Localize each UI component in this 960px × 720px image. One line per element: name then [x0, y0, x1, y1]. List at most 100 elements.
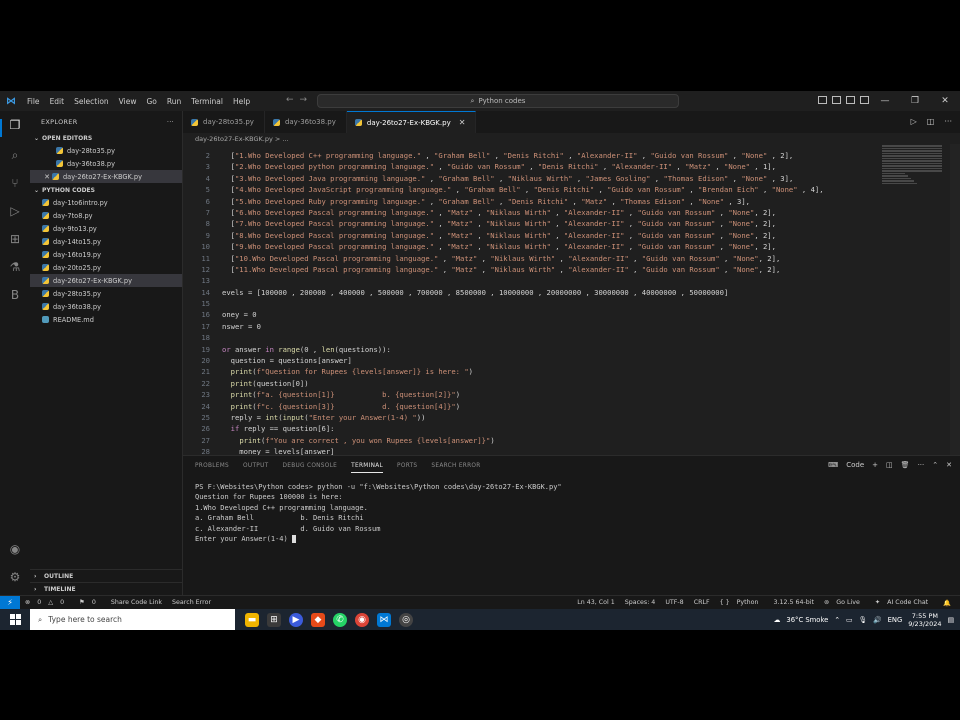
- command-center-search[interactable]: ⌕ Python codes: [317, 94, 679, 108]
- close-tab-icon[interactable]: ✕: [459, 118, 466, 127]
- file-explorer-icon[interactable]: ▬: [245, 612, 259, 627]
- file-item[interactable]: day-28to35.py: [30, 287, 182, 300]
- open-editors-section[interactable]: ⌄ OPEN EDITORS: [30, 133, 182, 144]
- toggle-secondary-sidebar-icon[interactable]: [846, 96, 855, 104]
- cursor-position[interactable]: Ln 43, Col 1: [577, 599, 615, 607]
- breadcrumb[interactable]: day-26to27-Ex-KBGK.py > ...: [183, 133, 960, 144]
- nav-arrows[interactable]: ←→: [286, 95, 313, 105]
- file-item-active[interactable]: day-26to27-Ex-KBGK.py: [30, 274, 182, 287]
- file-item[interactable]: day-1to6intro.py: [30, 196, 182, 209]
- menu-help[interactable]: Help: [228, 97, 255, 106]
- minimize-icon[interactable]: —: [870, 91, 900, 111]
- code-line[interactable]: print(f"a. {question[1]} b. {question[2]…: [222, 389, 882, 400]
- file-item[interactable]: README.md: [30, 313, 182, 326]
- code-line[interactable]: ["2.Who Developed python programming lan…: [222, 161, 882, 172]
- whatsapp-icon[interactable]: ✆: [333, 612, 347, 627]
- menu-edit[interactable]: Edit: [45, 97, 70, 106]
- network-icon[interactable]: ▭: [846, 616, 852, 624]
- close-panel-icon[interactable]: ✕: [946, 461, 952, 469]
- weather-text[interactable]: 36°C Smoke: [786, 616, 828, 624]
- open-editor-item[interactable]: day-36to38.py: [30, 157, 182, 170]
- code-line[interactable]: evels = [100000 , 200000 , 400000 , 5000…: [222, 287, 882, 298]
- tab-debug-console[interactable]: DEBUG CONSOLE: [282, 463, 337, 469]
- menu-run[interactable]: Run: [162, 97, 186, 106]
- vertical-scrollbar[interactable]: [950, 144, 960, 455]
- file-item[interactable]: day-7to8.py: [30, 209, 182, 222]
- more-actions-icon[interactable]: ···: [918, 461, 925, 469]
- menu-selection[interactable]: Selection: [69, 97, 114, 106]
- toggle-panel-icon[interactable]: [832, 96, 841, 104]
- tab-ports[interactable]: PORTS: [397, 463, 417, 469]
- close-window-icon[interactable]: ✕: [930, 91, 960, 111]
- tab-problems[interactable]: PROBLEMS: [195, 463, 229, 469]
- code-line[interactable]: oney = 0: [222, 309, 882, 320]
- code-line[interactable]: print(f"Question for Rupees {levels[answ…: [222, 366, 882, 377]
- code-line[interactable]: question = questions[answer]: [222, 355, 882, 366]
- line-ending[interactable]: CRLF: [694, 599, 710, 607]
- share-code-link[interactable]: Share Code Link: [111, 599, 162, 606]
- bookmark-icon[interactable]: B: [6, 287, 24, 303]
- code-line[interactable]: ["6.Who Developed Pascal programming lan…: [222, 207, 882, 218]
- tab-terminal[interactable]: TERMINAL: [351, 459, 384, 473]
- search-error-status[interactable]: Search Error: [172, 599, 211, 606]
- tab-search-error[interactable]: SEARCH ERROR: [431, 463, 480, 469]
- account-icon[interactable]: ◉: [6, 541, 24, 557]
- code-editor[interactable]: 2 3 4 5 6 7 8 9 10 11 12 13 14 15 16 17 18 19 20 21 22 23 24 25…: [183, 144, 960, 455]
- code-line[interactable]: ["11.Who Developed Pascal programming la…: [222, 264, 882, 275]
- menu-go[interactable]: Go: [141, 97, 161, 106]
- info-status[interactable]: ⚑ 0: [79, 599, 101, 606]
- code-line[interactable]: ["7.Who Developed Pascal programming lan…: [222, 218, 882, 229]
- open-editor-item-active[interactable]: ✕ day-26to27-Ex-KBGK.py: [30, 170, 182, 183]
- shell-label[interactable]: Code: [846, 461, 864, 469]
- code-line[interactable]: ["1.Who Developed C++ programming langua…: [222, 150, 882, 161]
- code-line[interactable]: ["8.Who Developed Pascal programming lan…: [222, 230, 882, 241]
- volume-icon[interactable]: 🔊: [873, 616, 881, 624]
- split-terminal-icon[interactable]: ◫: [886, 461, 893, 469]
- open-editor-item[interactable]: day-28to35.py: [30, 144, 182, 157]
- source-control-icon[interactable]: ⑂: [6, 175, 24, 191]
- close-editor-icon[interactable]: ✕: [42, 173, 52, 181]
- code-line[interactable]: ["9.Who Developed Pascal programming lan…: [222, 241, 882, 252]
- code-line[interactable]: ["4.Who Developed JavaScript programming…: [222, 184, 882, 195]
- split-editor-icon[interactable]: ◫: [927, 117, 935, 126]
- back-arrow-icon[interactable]: ←: [286, 95, 300, 105]
- code-line[interactable]: reply = int(input("Enter your Answer(1-4…: [222, 412, 882, 423]
- more-actions-icon[interactable]: ···: [167, 118, 174, 126]
- code-line[interactable]: ["10.Who Developed Pascal programming la…: [222, 253, 882, 264]
- file-item[interactable]: day-14to15.py: [30, 235, 182, 248]
- tab-output[interactable]: OUTPUT: [243, 463, 268, 469]
- taskbar-search[interactable]: ⌕ Type here to search: [30, 609, 235, 630]
- testing-icon[interactable]: ⚗: [6, 259, 24, 275]
- code-line[interactable]: [222, 298, 882, 309]
- file-item[interactable]: day-20to25.py: [30, 261, 182, 274]
- code-line[interactable]: money = levels[answer]: [222, 446, 882, 455]
- notifications-bell-icon[interactable]: 🔔: [943, 599, 951, 607]
- terminal-prompt-line[interactable]: Enter your Answer(1-4): [195, 534, 562, 544]
- code-line[interactable]: print(question[0]): [222, 378, 882, 389]
- brave-browser-icon[interactable]: ◆: [311, 612, 325, 627]
- maximize-panel-icon[interactable]: ⌃: [932, 461, 938, 469]
- code-line[interactable]: [222, 332, 882, 343]
- tab-day-36to38[interactable]: day-36to38.py: [265, 111, 347, 133]
- menu-terminal[interactable]: Terminal: [186, 97, 228, 106]
- store-icon[interactable]: ⊞: [267, 612, 281, 627]
- code-content[interactable]: ["1.Who Developed C++ programming langua…: [222, 150, 882, 455]
- trash-icon[interactable]: 🗑: [901, 461, 910, 469]
- maximize-icon[interactable]: ❐: [900, 91, 930, 111]
- tray-chevron-up-icon[interactable]: ⌃: [834, 616, 840, 624]
- minimap[interactable]: [882, 144, 950, 204]
- code-line[interactable]: [222, 275, 882, 286]
- new-terminal-icon[interactable]: +: [872, 461, 878, 469]
- encoding[interactable]: UTF-8: [665, 599, 683, 607]
- language-mode[interactable]: { } Python: [720, 599, 764, 607]
- python-codes-folder[interactable]: ⌄ PYTHON CODES: [30, 185, 182, 196]
- code-line[interactable]: nswer = 0: [222, 321, 882, 332]
- code-line[interactable]: ["5.Who Developed Ruby programming langu…: [222, 196, 882, 207]
- timeline-section[interactable]: › TIMELINE: [30, 582, 183, 595]
- chrome-icon[interactable]: ◉: [355, 612, 369, 627]
- clock[interactable]: 7:55 PM 9/23/2024: [908, 612, 941, 628]
- code-line[interactable]: or answer in range(0 , len(questions)):: [222, 344, 882, 355]
- run-python-icon[interactable]: ▷: [911, 117, 917, 126]
- notification-center-icon[interactable]: ▤: [948, 616, 954, 624]
- menu-view[interactable]: View: [114, 97, 142, 106]
